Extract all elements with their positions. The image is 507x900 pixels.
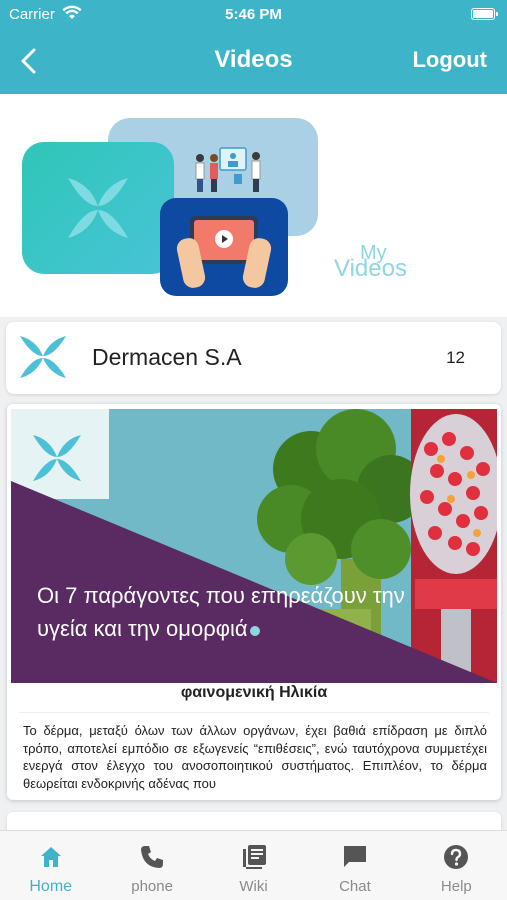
nav-bar: Videos Logout: [0, 44, 507, 78]
tab-bar: Home phone Wiki Chat Help: [0, 830, 507, 900]
my-videos-wordmark: My Videos: [334, 242, 424, 282]
accent-dot: [249, 626, 260, 636]
tab-label: Help: [440, 878, 472, 895]
battery-icon: [471, 8, 498, 20]
app-header: Carrier 5:46 PM Videos Logout: [0, 0, 507, 94]
help-icon: [444, 845, 469, 869]
wiki-icon: [242, 845, 266, 869]
tab-label: Home: [29, 878, 73, 895]
tab-chat[interactable]: Chat: [304, 831, 405, 900]
dermacen-logo-icon: [68, 178, 128, 238]
video-tablet-tile: [160, 198, 288, 296]
tab-phone[interactable]: phone: [101, 831, 202, 900]
logout-button[interactable]: Logout: [412, 47, 487, 73]
tab-wiki[interactable]: Wiki: [203, 831, 304, 900]
thumbnail-headline-text: Οι 7 παράγοντες που επηρεάζουν την υγεία…: [37, 583, 405, 641]
company-name: Dermacen S.A: [92, 344, 242, 370]
video-thumbnail: Οι 7 παράγοντες που επηρεάζουν την υγεία…: [11, 409, 497, 683]
video-count: 12: [446, 348, 465, 367]
company-row[interactable]: Dermacen S.A 12: [6, 322, 501, 394]
play-icon: [215, 230, 233, 248]
tab-label: Chat: [339, 878, 371, 895]
brand-logo-tile: [22, 142, 174, 274]
tab-label: phone: [131, 878, 173, 895]
tab-label: Wiki: [239, 878, 268, 895]
my-videos-banner: My Videos: [0, 94, 507, 317]
clock: 5:46 PM: [225, 6, 282, 23]
tab-help[interactable]: Help: [406, 831, 507, 900]
my-videos-line2: Videos: [334, 255, 407, 282]
tab-home[interactable]: Home: [0, 831, 101, 900]
video-description: Το δέρμα, μεταξύ όλων των άλλων οργάνων,…: [23, 723, 487, 791]
chat-icon: [343, 846, 366, 867]
phone-icon: [141, 846, 164, 868]
dermacen-logo-icon: [20, 336, 66, 378]
video-card[interactable]: Οι 7 παράγοντες που επηρεάζουν την υγεία…: [7, 404, 501, 800]
doctors-illustration: [195, 147, 261, 192]
card-divider: [19, 712, 489, 713]
thumbnail-headline: Οι 7 παράγοντες που επηρεάζουν την υγεία…: [37, 579, 417, 645]
status-bar: Carrier 5:46 PM: [0, 5, 507, 26]
home-icon: [40, 847, 61, 867]
video-subtitle: φαινομενική Ηλικία: [180, 684, 328, 701]
